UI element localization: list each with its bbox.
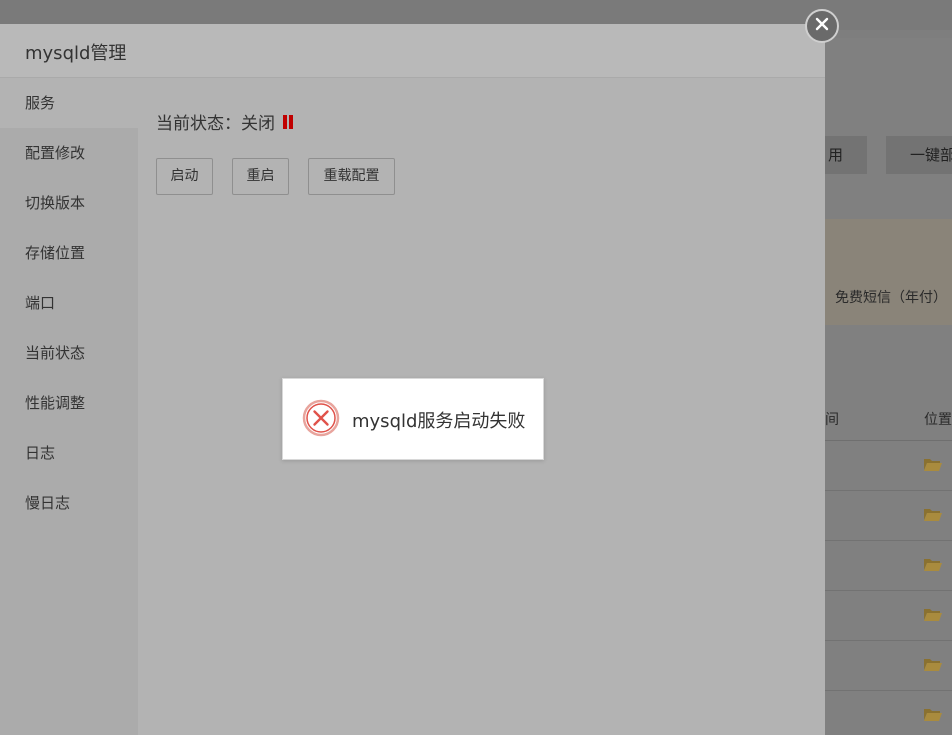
sidebar-item-switch-version[interactable]: 切换版本 [0, 178, 138, 228]
folder-open-icon[interactable] [924, 558, 942, 571]
table-row [825, 541, 952, 591]
sidebar-item-service[interactable]: 服务 [0, 78, 138, 128]
table-row [825, 591, 952, 641]
modal-title: mysqld管理 [25, 43, 127, 64]
service-status-line: 当前状态： 关闭 [156, 109, 293, 134]
start-button[interactable]: 启动 [156, 158, 213, 195]
restart-button[interactable]: 重启 [232, 158, 289, 195]
folder-open-icon[interactable] [924, 508, 942, 521]
folder-open-icon[interactable] [924, 608, 942, 621]
sidebar-item-port[interactable]: 端口 [0, 278, 138, 328]
table-row [825, 691, 952, 735]
sidebar-item-config-edit[interactable]: 配置修改 [0, 128, 138, 178]
table-header-time: 间 [825, 412, 839, 428]
toast-message: mysqld服务启动失败 [352, 411, 526, 432]
table-header-location: 位置 [924, 412, 952, 428]
sidebar-item-slow-log[interactable]: 慢日志 [0, 478, 138, 528]
close-modal-button[interactable] [805, 9, 839, 43]
sidebar-item-performance-tuning[interactable]: 性能调整 [0, 378, 138, 428]
folder-open-icon[interactable] [924, 708, 942, 721]
background-button-partial[interactable]: 用 [825, 136, 867, 174]
background-notice: 免费短信（年付） [825, 219, 952, 325]
status-label: 当前状态： [156, 114, 241, 134]
modal-header: mysqld管理 [0, 24, 825, 78]
pause-icon [283, 114, 293, 129]
table-row [825, 641, 952, 691]
reload-config-button[interactable]: 重载配置 [308, 158, 395, 195]
sidebar-item-storage-location[interactable]: 存储位置 [0, 228, 138, 278]
error-circle-icon [302, 399, 340, 437]
sidebar-item-current-status[interactable]: 当前状态 [0, 328, 138, 378]
background-button-one-click-deploy[interactable]: 一键部 [886, 136, 952, 174]
background-notice-text: 免费短信（年付） [835, 290, 947, 306]
close-icon [814, 16, 830, 36]
sidebar-item-log[interactable]: 日志 [0, 428, 138, 478]
table-row [825, 441, 952, 491]
status-value: 关闭 [241, 114, 275, 134]
error-toast: mysqld服务启动失败 [282, 378, 544, 460]
folder-open-icon[interactable] [924, 458, 942, 471]
background-table-header: 间 位置 [825, 398, 952, 441]
folder-open-icon[interactable] [924, 658, 942, 671]
modal-sidebar: 服务 配置修改 切换版本 存储位置 端口 当前状态 性能调整 日志 慢日志 [0, 78, 138, 735]
table-row [825, 491, 952, 541]
